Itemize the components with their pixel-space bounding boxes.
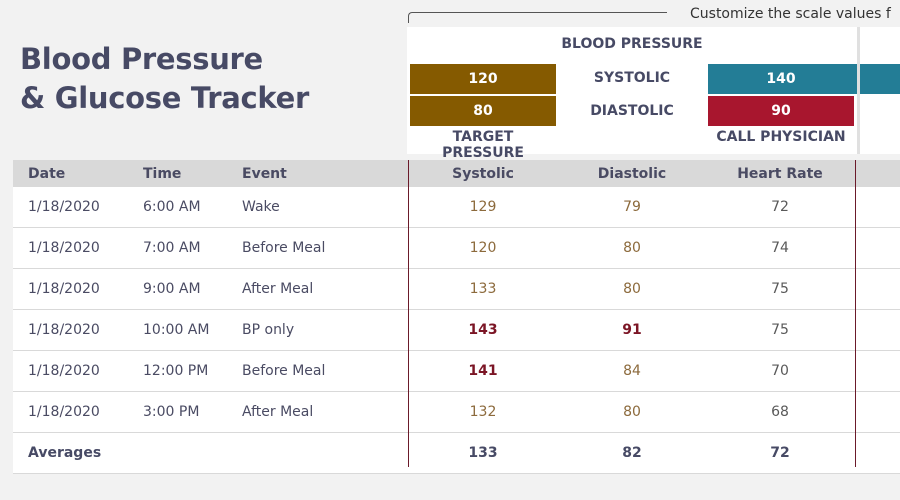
table-row: 1/18/2020 3:00 PM After Meal 132 80 68 — [13, 392, 900, 433]
averages-row: Averages 133 82 72 — [13, 433, 900, 474]
cell-event[interactable]: Before Meal — [242, 351, 325, 391]
cell-date[interactable]: 1/18/2020 — [28, 310, 100, 350]
table-header-row: Date Time Event Systolic Diastolic Heart… — [13, 160, 900, 187]
cell-date[interactable]: 1/18/2020 — [28, 187, 100, 227]
table-row: 1/18/2020 10:00 AM BP only 143 91 75 — [13, 310, 900, 351]
cell-diastolic[interactable]: 84 — [558, 351, 706, 391]
header-diastolic[interactable]: Diastolic — [558, 160, 706, 187]
cell-date[interactable]: 1/18/2020 — [28, 228, 100, 268]
cell-systolic[interactable]: 120 — [408, 228, 558, 268]
cell-event[interactable]: Before Meal — [242, 228, 325, 268]
callout-bracket — [408, 12, 667, 23]
diastolic-row-label: DIASTOLIC — [590, 103, 674, 119]
cell-systolic[interactable]: 141 — [408, 351, 558, 391]
table-row: 1/18/2020 9:00 AM After Meal 133 80 75 — [13, 269, 900, 310]
cell-heart-rate[interactable]: 75 — [706, 269, 854, 309]
scale-heading: BLOOD PRESSURE — [561, 36, 703, 52]
target-systolic-value[interactable]: 120 — [410, 64, 556, 94]
cell-event[interactable]: After Meal — [242, 392, 313, 432]
table-divider-left — [408, 160, 409, 467]
cell-date[interactable]: 1/18/2020 — [28, 351, 100, 391]
cell-heart-rate[interactable]: 70 — [706, 351, 854, 391]
blood-pressure-scale-panel: BLOOD PRESSURE 120 80 TARGET PRESSURE SY… — [407, 27, 900, 161]
cell-time[interactable]: 12:00 PM — [143, 351, 208, 391]
physician-diastolic-value[interactable]: 90 — [708, 96, 854, 126]
cell-diastolic[interactable]: 80 — [558, 392, 706, 432]
cell-heart-rate[interactable]: 72 — [706, 187, 854, 227]
cell-event[interactable]: After Meal — [242, 269, 313, 309]
cell-diastolic[interactable]: 80 — [558, 228, 706, 268]
cell-date[interactable]: 1/18/2020 — [28, 392, 100, 432]
cell-event[interactable]: BP only — [242, 310, 294, 350]
cell-diastolic[interactable]: 80 — [558, 269, 706, 309]
averages-label: Averages — [28, 445, 102, 461]
cell-heart-rate[interactable]: 75 — [706, 310, 854, 350]
cell-systolic[interactable]: 129 — [408, 187, 558, 227]
cell-time[interactable]: 6:00 AM — [143, 187, 201, 227]
cell-systolic[interactable]: 143 — [408, 310, 558, 350]
cell-time[interactable]: 9:00 AM — [143, 269, 201, 309]
call-physician-label: CALL PHYSICIAN — [716, 129, 846, 145]
cell-event[interactable]: Wake — [242, 187, 280, 227]
cell-heart-rate[interactable]: 68 — [706, 392, 854, 432]
table-divider-right — [855, 160, 856, 467]
cell-date[interactable]: 1/18/2020 — [28, 269, 100, 309]
header-systolic[interactable]: Systolic — [408, 160, 558, 187]
cell-diastolic[interactable]: 79 — [558, 187, 706, 227]
average-heart-rate: 72 — [770, 445, 790, 461]
table-row: 1/18/2020 12:00 PM Before Meal 141 84 70 — [13, 351, 900, 392]
table-row: 1/18/2020 6:00 AM Wake 129 79 72 — [13, 187, 900, 228]
physician-systolic-value[interactable]: 140 — [708, 64, 900, 94]
header-time[interactable]: Time — [143, 160, 181, 187]
header-event[interactable]: Event — [242, 160, 287, 187]
header-heart-rate[interactable]: Heart Rate — [706, 160, 854, 187]
scale-hint-text: Customize the scale values f — [690, 6, 891, 22]
header-date[interactable]: Date — [28, 160, 65, 187]
title-line-1: Blood Pressure — [20, 42, 263, 76]
cell-systolic[interactable]: 132 — [408, 392, 558, 432]
average-diastolic: 82 — [622, 445, 642, 461]
readings-table: Date Time Event Systolic Diastolic Heart… — [13, 160, 900, 474]
average-systolic: 133 — [468, 445, 498, 461]
panel-divider — [857, 27, 860, 154]
title-line-2: & Glucose Tracker — [20, 81, 309, 115]
page-title: Blood Pressure & Glucose Tracker — [20, 40, 309, 118]
cell-heart-rate[interactable]: 74 — [706, 228, 854, 268]
cell-time[interactable]: 7:00 AM — [143, 228, 201, 268]
table-row: 1/18/2020 7:00 AM Before Meal 120 80 74 — [13, 228, 900, 269]
cell-systolic[interactable]: 133 — [408, 269, 558, 309]
systolic-row-label: SYSTOLIC — [593, 70, 671, 86]
cell-diastolic[interactable]: 91 — [558, 310, 706, 350]
target-diastolic-value[interactable]: 80 — [410, 96, 556, 126]
cell-time[interactable]: 3:00 PM — [143, 392, 199, 432]
physician-systolic-text: 140 — [766, 71, 796, 87]
cell-time[interactable]: 10:00 AM — [143, 310, 209, 350]
target-pressure-label: TARGET PRESSURE — [442, 129, 524, 161]
